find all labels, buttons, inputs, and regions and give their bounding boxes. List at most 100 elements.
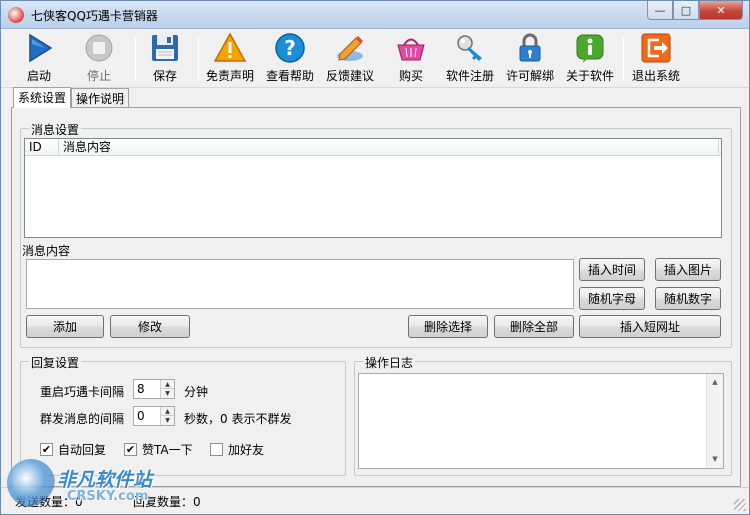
feedback-button[interactable]: 反馈建议 (323, 32, 377, 86)
window-controls: — □ ✕ (647, 1, 743, 20)
insert-time-button[interactable]: 插入时间 (579, 258, 645, 281)
key-icon (454, 32, 486, 64)
resize-grip[interactable] (734, 499, 746, 511)
info-icon (574, 32, 606, 64)
auto-reply-label: 自动回复 (58, 443, 107, 457)
maximize-button[interactable]: □ (673, 1, 699, 20)
buy-button[interactable]: 购买 (387, 32, 435, 86)
tab-panel-content: 消息设置 ID 消息内容 消息内容 插入时间 插入图片 随机字母 随机数字 添加… (12, 108, 740, 486)
operation-log-title: 操作日志 (363, 354, 416, 371)
checkbox-box[interactable]: ✔ (40, 443, 53, 456)
exit-label: 退出系统 (631, 69, 680, 83)
tab-strip: 系统设置 操作说明 (13, 87, 130, 108)
pen-icon (334, 32, 366, 64)
lock-icon (514, 32, 546, 64)
help-label: 查看帮助 (265, 69, 314, 83)
message-settings-title: 消息设置 (29, 121, 82, 138)
restart-interval-unit: 分钟 (184, 385, 209, 399)
add-button[interactable]: 添加 (26, 315, 104, 338)
send-interval-spinner[interactable]: 0 ▲ ▼ (133, 406, 175, 426)
spin-down-icon[interactable]: ▼ (161, 416, 174, 425)
feedback-label: 反馈建议 (325, 69, 374, 83)
send-interval-unit: 秒数，0 表示不群发 (184, 412, 292, 426)
message-content-input[interactable] (26, 259, 574, 309)
add-friend-label: 加好友 (228, 443, 265, 457)
close-button[interactable]: ✕ (699, 1, 743, 20)
restart-interval-label: 重启巧遇卡间隔 (40, 385, 125, 399)
edit-button[interactable]: 修改 (110, 315, 190, 338)
help-icon: ? (274, 32, 306, 64)
tab-instructions[interactable]: 操作说明 (71, 88, 130, 107)
minimize-button[interactable]: — (647, 1, 673, 20)
message-list-header: ID 消息内容 (25, 139, 721, 156)
watermark-brand: 非凡软件站 (57, 469, 153, 491)
restart-interval-spinner[interactable]: 8 ▲ ▼ (133, 379, 175, 399)
register-label: 软件注册 (445, 69, 494, 83)
insert-short-url-button[interactable]: 插入短网址 (579, 315, 721, 338)
spin-up-icon[interactable]: ▲ (161, 380, 174, 389)
scroll-up-icon[interactable]: ▲ (707, 374, 723, 391)
about-label: 关于软件 (565, 69, 614, 83)
watermark: 非凡软件站 CRSKY.com (7, 459, 167, 509)
message-content-label: 消息内容 (22, 244, 71, 258)
exit-icon (640, 32, 672, 64)
add-friend-checkbox[interactable]: 加好友 (210, 441, 264, 458)
toolbar: 启动 停止 保存 免责声明 ? 查看帮助 反馈建议 购买 软件注册 许可解绑 关… (1, 30, 749, 88)
save-label: 保存 (152, 69, 177, 83)
floppy-disk-icon (149, 32, 181, 64)
buy-label: 购买 (398, 69, 423, 83)
basket-icon (395, 32, 427, 64)
help-button[interactable]: ? 查看帮助 (263, 32, 317, 86)
delete-all-button[interactable]: 删除全部 (494, 315, 574, 338)
checkbox-box[interactable] (210, 443, 223, 456)
unbind-button[interactable]: 许可解绑 (503, 32, 557, 86)
unbind-label: 许可解绑 (505, 69, 554, 83)
auto-reply-checkbox[interactable]: ✔ 自动回复 (40, 441, 106, 458)
watermark-site: CRSKY.com (67, 489, 149, 504)
delete-selected-button[interactable]: 删除选择 (408, 315, 488, 338)
insert-image-button[interactable]: 插入图片 (655, 258, 721, 281)
start-label: 启动 (26, 69, 51, 83)
reply-settings-title: 回复设置 (29, 354, 82, 371)
about-button[interactable]: 关于软件 (563, 32, 617, 86)
log-scrollbar[interactable]: ▲ ▼ (706, 374, 723, 468)
restart-interval-value: 8 (137, 382, 145, 396)
send-interval-label: 群发消息的间隔 (40, 412, 125, 426)
title-bar[interactable]: 七侠客QQ巧遇卡营销器 — □ ✕ (1, 1, 749, 29)
disclaimer-button[interactable]: 免责声明 (203, 32, 257, 86)
save-button[interactable]: 保存 (141, 32, 189, 86)
toolbar-separator (135, 36, 136, 80)
stop-button[interactable]: 停止 (75, 32, 123, 86)
main-window: 七侠客QQ巧遇卡营销器 — □ ✕ 启动 停止 保存 免责声明 ? 查看帮助 反… (0, 0, 750, 515)
toolbar-separator (198, 36, 199, 80)
spin-down-icon[interactable]: ▼ (161, 389, 174, 398)
like-checkbox[interactable]: ✔ 赞TA一下 (124, 441, 193, 458)
window-title: 七侠客QQ巧遇卡营销器 (31, 9, 158, 23)
spin-up-icon[interactable]: ▲ (161, 407, 174, 416)
tab-panel: 消息设置 ID 消息内容 消息内容 插入时间 插入图片 随机字母 随机数字 添加… (11, 107, 741, 487)
stop-icon (83, 32, 115, 64)
checkbox-box[interactable]: ✔ (124, 443, 137, 456)
like-label: 赞TA一下 (142, 443, 193, 457)
app-icon (8, 7, 24, 23)
random-digit-button[interactable]: 随机数字 (655, 287, 721, 310)
operation-log-text[interactable]: ▲ ▼ (358, 373, 724, 469)
column-header-id[interactable]: ID (25, 139, 59, 156)
register-button[interactable]: 软件注册 (443, 32, 497, 86)
play-icon (23, 32, 55, 64)
scroll-down-icon[interactable]: ▼ (707, 451, 723, 468)
exit-button[interactable]: 退出系统 (629, 32, 683, 86)
start-button[interactable]: 启动 (15, 32, 63, 86)
stop-label: 停止 (86, 69, 111, 83)
column-header-content[interactable]: 消息内容 (59, 139, 719, 156)
random-letter-button[interactable]: 随机字母 (579, 287, 645, 310)
watermark-logo (7, 459, 55, 507)
disclaimer-label: 免责声明 (205, 69, 254, 83)
toolbar-separator (623, 36, 624, 80)
tab-system-settings[interactable]: 系统设置 (13, 87, 72, 108)
send-interval-value: 0 (137, 409, 145, 423)
message-list[interactable]: ID 消息内容 (24, 138, 722, 238)
spinner-arrows[interactable]: ▲ ▼ (160, 380, 174, 398)
warning-icon (213, 32, 247, 64)
spinner-arrows[interactable]: ▲ ▼ (160, 407, 174, 425)
